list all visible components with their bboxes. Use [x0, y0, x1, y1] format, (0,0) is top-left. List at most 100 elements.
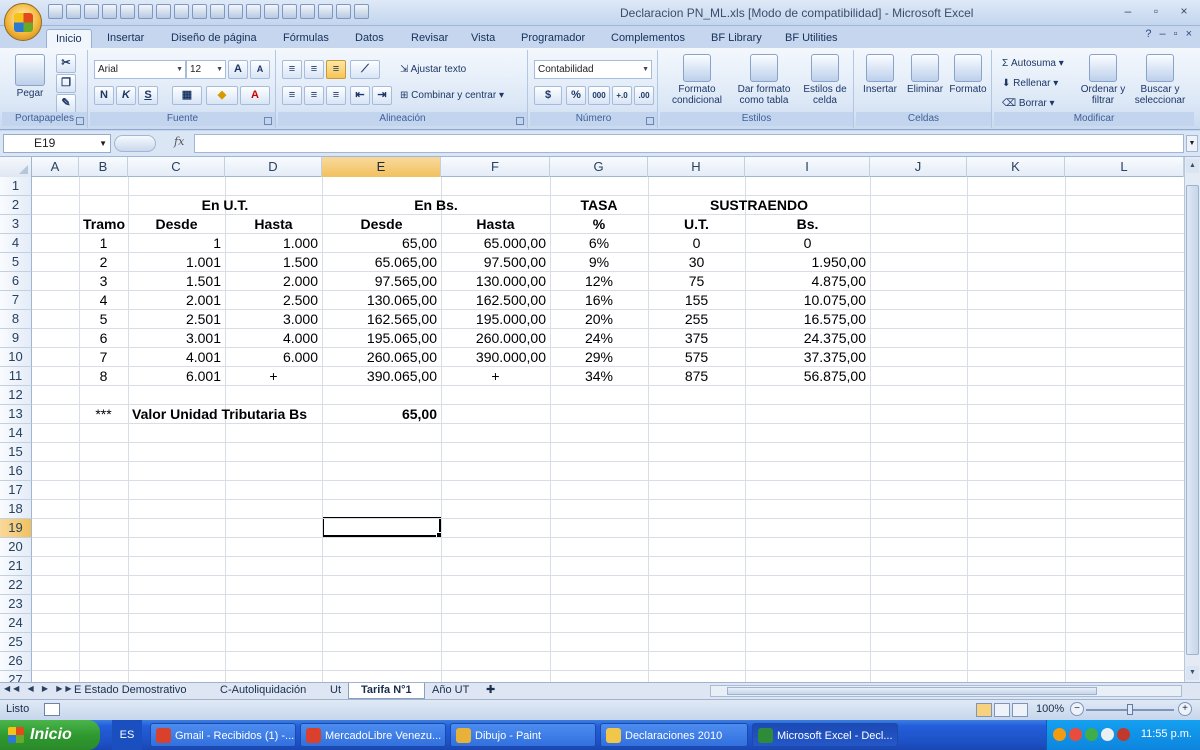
cell-sustraendo-ut[interactable]: 255	[648, 310, 745, 329]
row-header-6[interactable]: 6	[0, 272, 32, 291]
tab-complementos[interactable]: Complementos	[602, 29, 694, 48]
cell-hasta-ut[interactable]: 4.000	[225, 329, 322, 348]
save-icon[interactable]	[48, 4, 63, 19]
autosum-button[interactable]: Σ Autosuma ▾	[1002, 54, 1064, 73]
column-header-c[interactable]: C	[128, 157, 225, 177]
column-header-d[interactable]: D	[225, 157, 322, 177]
start-button[interactable]: Inicio	[0, 720, 100, 750]
cell-sustraendo-bs[interactable]: 0	[745, 234, 870, 253]
cell-hasta-bs[interactable]: 130.000,00	[441, 272, 550, 291]
tray-app-icon[interactable]	[1069, 728, 1082, 741]
row-header-21[interactable]: 21	[0, 557, 32, 576]
row-header-5[interactable]: 5	[0, 253, 32, 272]
page-layout-view-icon[interactable]	[994, 703, 1010, 717]
cell-sustraendo-ut[interactable]: 0	[648, 234, 745, 253]
cell-sustraendo-ut[interactable]: 375	[648, 329, 745, 348]
column-header-k[interactable]: K	[967, 157, 1065, 177]
cell-hasta-ut[interactable]: 3.000	[225, 310, 322, 329]
cell-tramo[interactable]: 1	[79, 234, 128, 253]
language-indicator[interactable]: ES	[112, 720, 142, 750]
column-header-h[interactable]: H	[648, 157, 745, 177]
cell-tasa[interactable]: 24%	[550, 329, 648, 348]
cell-desde-bs[interactable]: 97.565,00	[322, 272, 441, 291]
cell-tasa[interactable]: 34%	[550, 367, 648, 386]
cell-desde-bs[interactable]: 65.065,00	[322, 253, 441, 272]
cell-hasta-bs[interactable]: +	[441, 367, 550, 386]
delete-cells-button[interactable]: Eliminar	[902, 54, 948, 95]
cell-tramo[interactable]: 8	[79, 367, 128, 386]
cell-desde-bs[interactable]: 130.065,00	[322, 291, 441, 310]
cell-tramo[interactable]: 2	[79, 253, 128, 272]
cell-desde-ut[interactable]: 2.001	[128, 291, 225, 310]
decrease-indent-icon[interactable]: ⇤	[350, 86, 370, 105]
cell-hasta-ut[interactable]: 1.000	[225, 234, 322, 253]
clear-button[interactable]: ⌫ Borrar ▾	[1002, 94, 1055, 113]
cell-hasta-ut[interactable]: +	[225, 367, 322, 386]
row-header-11[interactable]: 11	[0, 367, 32, 386]
cell-tasa[interactable]: 12%	[550, 272, 648, 291]
row-header-9[interactable]: 9	[0, 329, 32, 348]
cell-tramo[interactable]: 3	[79, 272, 128, 291]
row-header-4[interactable]: 4	[0, 234, 32, 253]
column-header-e[interactable]: E	[322, 157, 441, 177]
chart-icon[interactable]	[318, 4, 333, 19]
grow-font-icon[interactable]: A	[228, 60, 248, 79]
header-percent[interactable]: %	[550, 215, 648, 234]
cell-desde-bs[interactable]: 390.065,00	[322, 367, 441, 386]
format-cells-button[interactable]: Formato	[946, 54, 990, 95]
cell-desde-ut[interactable]: 2.501	[128, 310, 225, 329]
merge-icon[interactable]	[264, 4, 279, 19]
cell-note-marker[interactable]: ***	[79, 405, 128, 424]
tray-app-icon[interactable]	[1085, 728, 1098, 741]
header-en-ut[interactable]: En U.T.	[128, 196, 322, 215]
borders-icon[interactable]: ▦	[172, 86, 202, 105]
row-header-23[interactable]: 23	[0, 595, 32, 614]
row-header-12[interactable]: 12	[0, 386, 32, 405]
cell-hasta-ut[interactable]: 2.500	[225, 291, 322, 310]
tray-security-icon[interactable]	[1117, 728, 1130, 741]
taskbar-item[interactable]: Dibujo - Paint	[450, 723, 596, 747]
cell-sustraendo-bs[interactable]: 37.375,00	[745, 348, 870, 367]
sort-icon[interactable]	[300, 4, 315, 19]
row-header-15[interactable]: 15	[0, 443, 32, 462]
format-painter-icon[interactable]: ✎	[56, 94, 76, 113]
cell-tasa[interactable]: 20%	[550, 310, 648, 329]
row-header-2[interactable]: 2	[0, 196, 32, 215]
chevron-down-icon[interactable]: ▼	[99, 135, 107, 152]
font-size-select[interactable]: 12 ▼	[186, 60, 226, 79]
cell-sustraendo-bs[interactable]: 24.375,00	[745, 329, 870, 348]
cell-desde-ut[interactable]: 1.501	[128, 272, 225, 291]
minimize-button[interactable]: –	[1118, 4, 1138, 18]
cut-icon[interactable]: ✂	[56, 54, 76, 73]
worksheet-grid[interactable]: ABCDEFGHIJKL 1 2 En U.T. En Bs. TASA SUSTRAEN…	[0, 157, 1200, 682]
column-header-i[interactable]: I	[745, 157, 870, 177]
tab-revisar[interactable]: Revisar	[402, 29, 457, 48]
fill-button[interactable]: ⬇ Rellenar ▾	[1002, 74, 1058, 93]
column-header-l[interactable]: L	[1065, 157, 1184, 177]
tray-network-icon[interactable]	[1101, 728, 1114, 741]
increase-decimal-icon[interactable]: +.0	[612, 86, 632, 105]
zoom-out-icon[interactable]: −	[1070, 702, 1084, 716]
italic-button[interactable]: K	[116, 86, 136, 105]
column-header-j[interactable]: J	[870, 157, 967, 177]
cell-hasta-bs[interactable]: 65.000,00	[441, 234, 550, 253]
taskbar-item[interactable]: MercadoLibre Venezu...	[300, 723, 446, 747]
cell-sustraendo-bs[interactable]: 16.575,00	[745, 310, 870, 329]
normal-view-icon[interactable]	[976, 703, 992, 717]
column-header-a[interactable]: A	[32, 157, 79, 177]
cell-desde-bs[interactable]: 162.565,00	[322, 310, 441, 329]
print-icon[interactable]	[156, 4, 171, 19]
header-en-bs[interactable]: En Bs.	[322, 196, 550, 215]
email-icon[interactable]	[192, 4, 207, 19]
cell-tasa[interactable]: 16%	[550, 291, 648, 310]
format-as-table-button[interactable]: Dar formato como tabla	[732, 54, 796, 106]
row-header-25[interactable]: 25	[0, 633, 32, 652]
format-painter-icon[interactable]	[210, 4, 225, 19]
cell-valor-ut-label[interactable]: Valor Unidad Tributaria Bs	[128, 405, 322, 424]
row-header-14[interactable]: 14	[0, 424, 32, 443]
wrap-text-button[interactable]: ⇲ Ajustar texto	[400, 60, 466, 79]
cell-tasa[interactable]: 9%	[550, 253, 648, 272]
tab-diseno-pagina[interactable]: Diseño de página	[162, 29, 266, 48]
decrease-decimal-icon[interactable]: .00	[634, 86, 654, 105]
cell-tasa[interactable]: 6%	[550, 234, 648, 253]
